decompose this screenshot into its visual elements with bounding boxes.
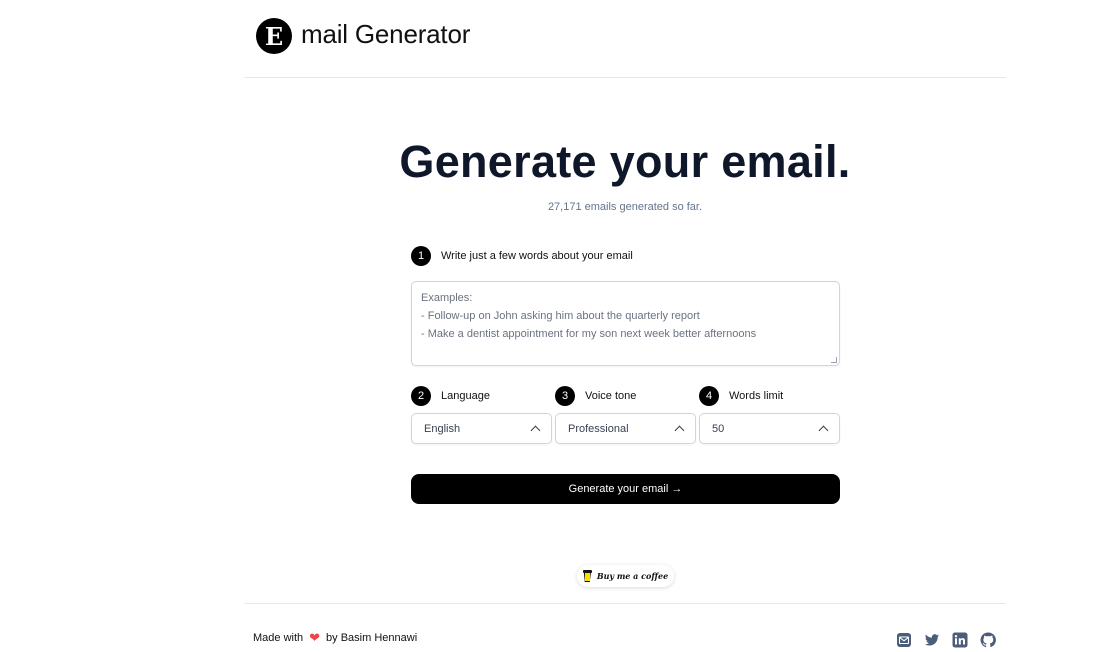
email-description-input[interactable]: Examples: - Follow-up on John asking him…	[411, 281, 840, 366]
github-icon[interactable]	[980, 632, 996, 648]
footer: Made with ❤ by Basim Hennawi	[244, 603, 1006, 652]
resize-handle-icon[interactable]	[831, 357, 837, 363]
heart-icon: ❤	[309, 630, 321, 645]
twitter-icon[interactable]	[924, 632, 940, 648]
voice-tone-value: Professional	[568, 422, 629, 435]
step-2-label: 2 Language	[411, 386, 490, 406]
placeholder-line: - Follow-up on John asking him about the…	[421, 310, 700, 322]
social-links	[896, 632, 996, 648]
step-label: Voice tone	[585, 390, 637, 402]
emails-counter: 27,171 emails generated so far.	[547, 201, 703, 213]
words-limit-value: 50	[712, 422, 725, 435]
author-link[interactable]: by Basim Hennawi	[326, 632, 417, 644]
chevron-up-icon	[530, 425, 541, 436]
step-3-label: 3 Voice tone	[555, 386, 636, 406]
coffee-cup-icon	[582, 570, 592, 582]
chevron-up-icon	[674, 425, 685, 436]
words-limit-select[interactable]: 50	[699, 413, 840, 444]
placeholder-line: - Make a dentist appointment for my son …	[421, 328, 757, 340]
coffee-label: Buy me a coffee	[596, 571, 669, 581]
buy-me-a-coffee-button[interactable]: Buy me a coffee	[577, 565, 674, 587]
step-number-badge: 4	[699, 386, 719, 406]
step-label: Write just a few words about your email	[441, 250, 633, 262]
page-title: Generate your email.	[399, 136, 851, 187]
step-label: Language	[441, 390, 490, 402]
generate-email-button[interactable]: Generate your email →	[411, 474, 840, 504]
step-number-badge: 2	[411, 386, 431, 406]
placeholder-line: Examples:	[421, 292, 473, 304]
voice-tone-select[interactable]: Professional	[555, 413, 696, 444]
chevron-up-icon	[818, 425, 829, 436]
made-with-text: Made with	[253, 632, 304, 644]
brand-title[interactable]: mail Generator	[301, 19, 470, 50]
language-select[interactable]: English	[411, 413, 552, 444]
step-4-label: 4 Words limit	[699, 386, 783, 406]
email-icon[interactable]	[896, 632, 912, 648]
linkedin-icon[interactable]	[952, 632, 968, 648]
step-1-label: 1 Write just a few words about your emai…	[411, 246, 633, 266]
made-with-credit: Made with ❤ by Basim Hennawi	[253, 630, 417, 646]
logo-icon[interactable]: E	[256, 18, 292, 54]
language-value: English	[424, 422, 461, 435]
step-number-badge: 3	[555, 386, 575, 406]
step-label: Words limit	[729, 390, 784, 402]
step-number-badge: 1	[411, 246, 431, 266]
header: E mail Generator	[244, 0, 1006, 78]
